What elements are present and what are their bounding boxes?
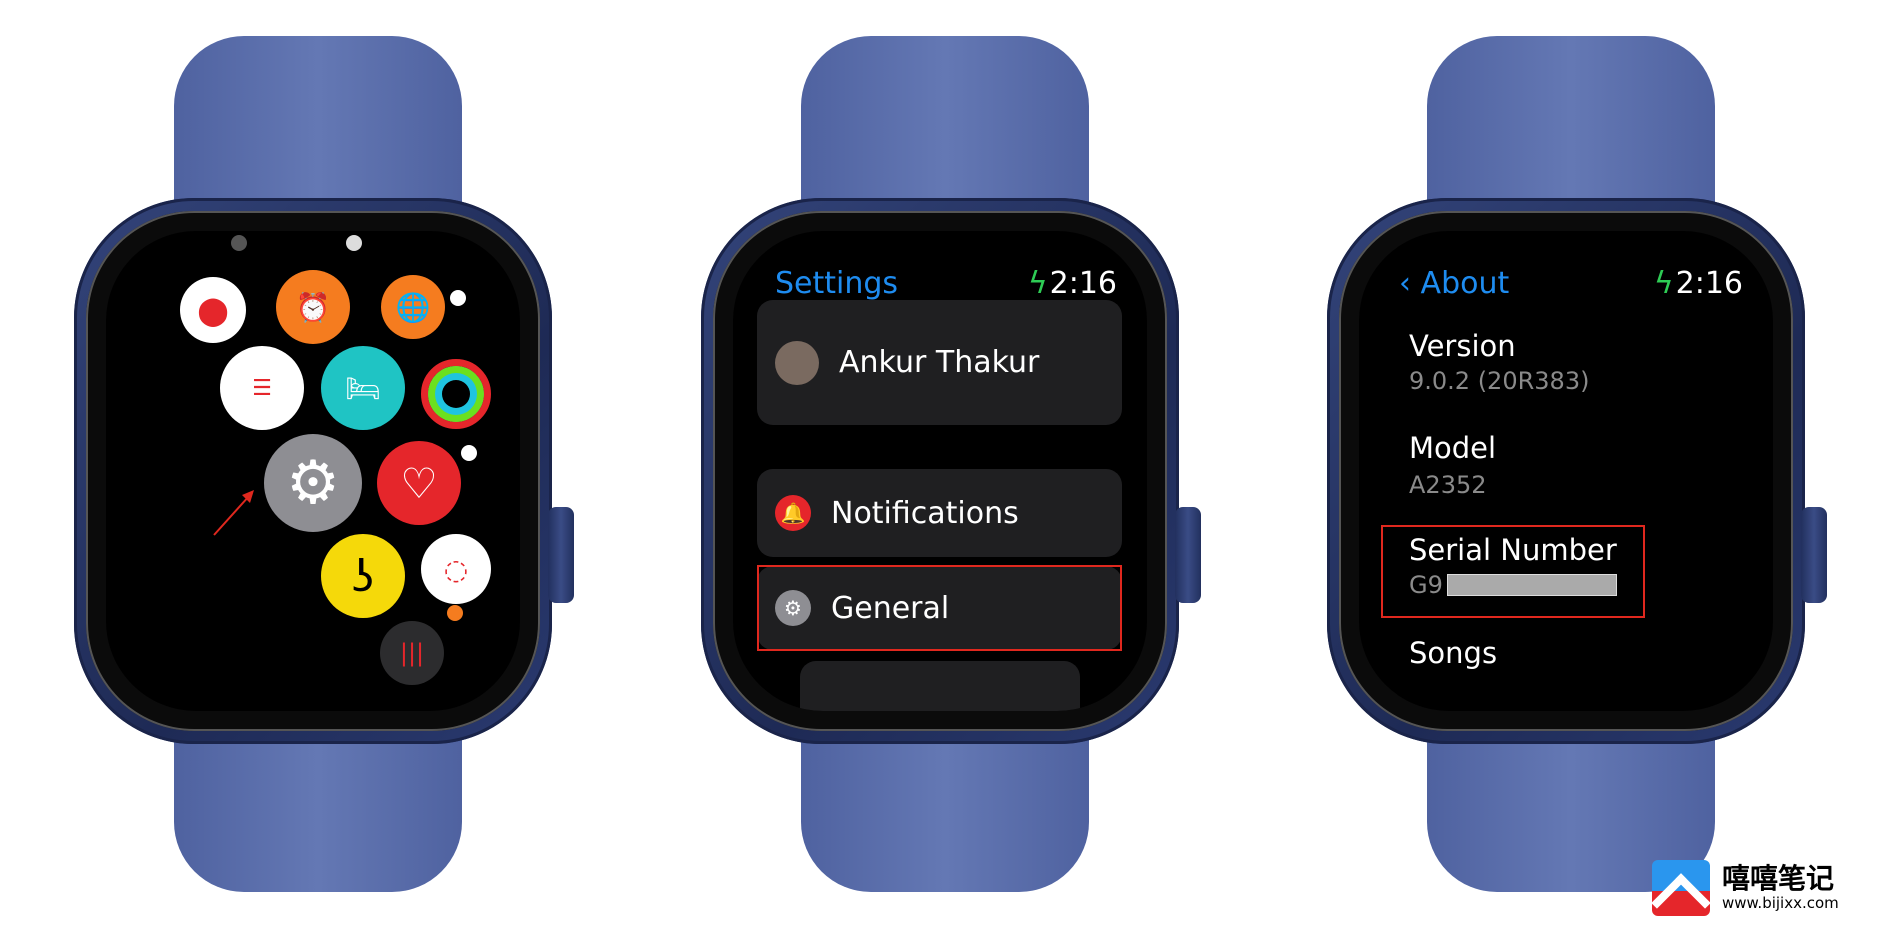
small-app-icon[interactable] bbox=[346, 235, 362, 251]
charging-icon: ϟ bbox=[1653, 266, 1674, 301]
globe-app-icon[interactable]: 🌐 bbox=[381, 275, 445, 339]
version-label: Version bbox=[1409, 329, 1516, 363]
watermark-name: 嘻嘻笔记 bbox=[1722, 862, 1835, 895]
model-label: Model bbox=[1409, 431, 1497, 465]
watch-app-grid: ⬤ ⏰ 🌐 ☰ 🛏 ⚙ ♡ ʖ ◌ ||| bbox=[74, 0, 574, 929]
watermark-url: www.bijixx.com bbox=[1722, 894, 1839, 912]
small-app-icon[interactable] bbox=[461, 445, 477, 461]
digital-crown[interactable] bbox=[1801, 507, 1827, 603]
row-label: Notifications bbox=[831, 495, 1019, 531]
digital-crown[interactable] bbox=[1175, 507, 1201, 603]
small-app-icon[interactable] bbox=[447, 605, 463, 621]
watch-screen: Settings ϟ2:16 Ankur Thakur 🔔 Notificati… bbox=[733, 231, 1147, 711]
watermark-logo bbox=[1652, 860, 1710, 916]
clock: ϟ2:16 bbox=[1028, 266, 1117, 301]
heart-app-icon[interactable]: ♡ bbox=[377, 441, 461, 525]
highlight-box bbox=[1381, 525, 1645, 618]
time-text: 2:16 bbox=[1049, 266, 1117, 301]
watch-case: Settings ϟ2:16 Ankur Thakur 🔔 Notificati… bbox=[701, 198, 1201, 744]
avatar bbox=[775, 340, 819, 385]
small-app-icon[interactable] bbox=[450, 290, 466, 306]
sleep-app-icon[interactable]: 🛏 bbox=[321, 346, 405, 430]
time-text: 2:16 bbox=[1675, 266, 1743, 301]
watch-about: ‹ About ϟ2:16 Version 9.0.2 (20R383) Mod… bbox=[1327, 0, 1827, 929]
watch-case: ⬤ ⏰ 🌐 ☰ 🛏 ⚙ ♡ ʖ ◌ ||| bbox=[74, 198, 574, 744]
activity-app-icon[interactable] bbox=[421, 359, 491, 429]
notifications-row[interactable]: 🔔 Notifications bbox=[757, 469, 1122, 557]
red-arrow-annotation bbox=[213, 490, 254, 536]
next-row[interactable] bbox=[800, 661, 1080, 711]
watch-screen: ‹ About ϟ2:16 Version 9.0.2 (20R383) Mod… bbox=[1359, 231, 1773, 711]
digital-crown[interactable] bbox=[548, 507, 574, 603]
watch-screen: ⬤ ⏰ 🌐 ☰ 🛏 ⚙ ♡ ʖ ◌ ||| bbox=[106, 231, 520, 711]
version-value: 9.0.2 (20R383) bbox=[1409, 367, 1590, 395]
small-app-icon[interactable] bbox=[231, 235, 247, 251]
spinner-app-icon[interactable]: ◌ bbox=[421, 534, 491, 604]
watch-settings: Settings ϟ2:16 Ankur Thakur 🔔 Notificati… bbox=[701, 0, 1201, 929]
ear-app-icon[interactable]: ʖ bbox=[321, 534, 405, 618]
songs-label: Songs bbox=[1409, 636, 1498, 670]
back-button[interactable]: ‹ About bbox=[1399, 266, 1509, 301]
chevron-left-icon: ‹ bbox=[1399, 266, 1421, 301]
model-value: A2352 bbox=[1409, 471, 1487, 499]
google-maps-app-icon[interactable]: ⬤ bbox=[180, 277, 246, 343]
profile-name: Ankur Thakur bbox=[839, 345, 1040, 380]
profile-row[interactable]: Ankur Thakur bbox=[757, 300, 1122, 425]
reminders-app-icon[interactable]: ☰ bbox=[220, 346, 304, 430]
charging-icon: ϟ bbox=[1027, 266, 1048, 301]
clock: ϟ2:16 bbox=[1654, 266, 1743, 301]
bell-icon: 🔔 bbox=[775, 495, 811, 531]
voice-memos-app-icon[interactable]: ||| bbox=[380, 621, 444, 685]
back-label: About bbox=[1420, 266, 1510, 301]
highlight-box bbox=[757, 565, 1122, 651]
watch-case: ‹ About ϟ2:16 Version 9.0.2 (20R383) Mod… bbox=[1327, 198, 1827, 744]
page-title: Settings bbox=[775, 266, 899, 301]
settings-app-icon[interactable]: ⚙ bbox=[264, 434, 362, 532]
alarm-app-icon[interactable]: ⏰ bbox=[276, 270, 350, 344]
watermark: 嘻嘻笔记 www.bijixx.com bbox=[1652, 860, 1839, 916]
